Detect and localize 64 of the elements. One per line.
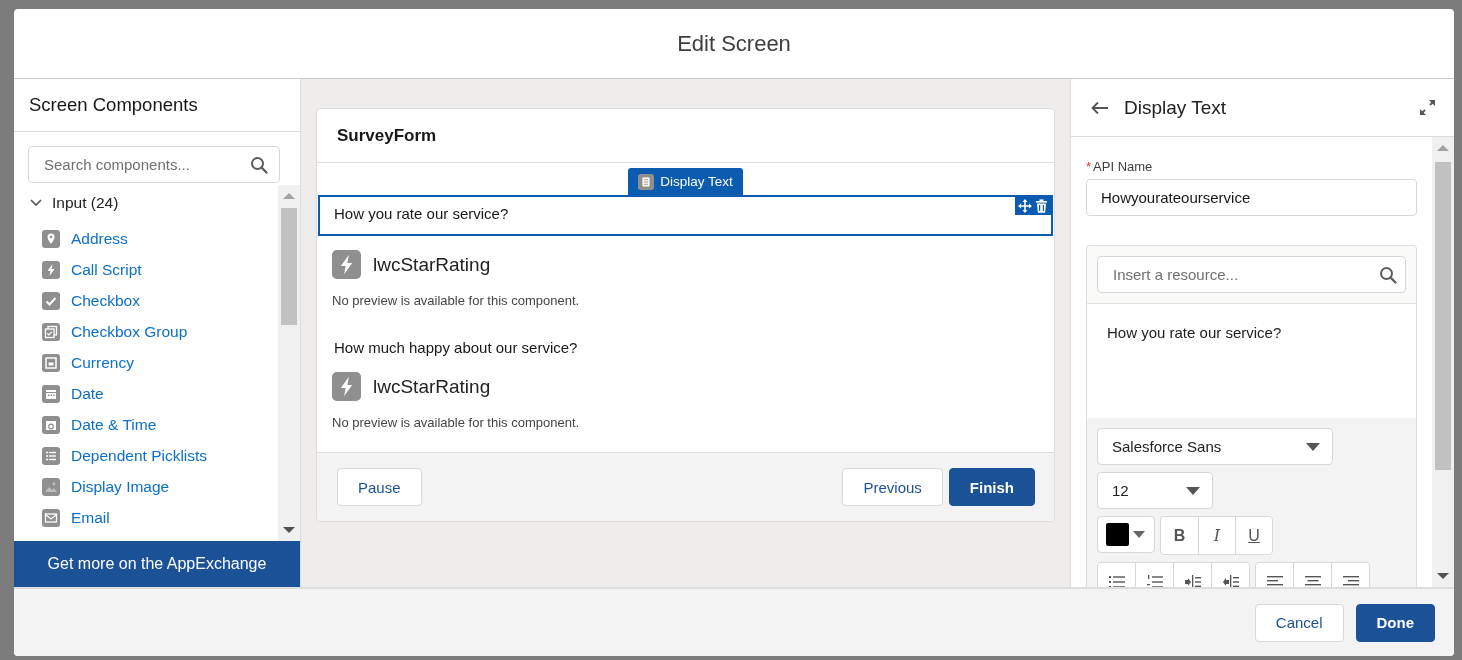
square-icon xyxy=(42,353,60,372)
underline-button[interactable]: U xyxy=(1235,517,1272,554)
component-link[interactable]: Date xyxy=(71,384,104,403)
flow-button[interactable]: Previous xyxy=(842,468,943,506)
preview-note: No preview is available for this component. xyxy=(332,415,581,432)
cancel-button[interactable]: Cancel xyxy=(1254,603,1344,642)
trash-icon[interactable] xyxy=(1035,199,1048,213)
numbered-list-icon[interactable] xyxy=(1146,574,1163,587)
scrollbar[interactable] xyxy=(278,185,300,541)
calendar-clock-icon xyxy=(42,415,60,434)
checkmark-icon xyxy=(42,291,60,310)
component-link[interactable]: Address xyxy=(71,229,128,248)
bulleted-list-icon[interactable] xyxy=(1108,574,1125,587)
tag-label: Display Text xyxy=(660,174,733,189)
component-link[interactable]: Currency xyxy=(71,353,134,372)
flow-button[interactable]: Finish xyxy=(948,468,1035,506)
component-link[interactable]: Checkbox xyxy=(71,291,140,310)
envelope-icon xyxy=(42,508,60,527)
outdent-icon[interactable] xyxy=(1222,574,1239,587)
lightning-icon xyxy=(332,250,361,279)
search-field[interactable]: Search components... xyxy=(28,146,280,183)
display-text[interactable]: How you rate our service? xyxy=(318,195,1053,236)
preview-note: No preview is available for this component. xyxy=(332,293,581,310)
chevron-down-icon[interactable] xyxy=(30,199,42,207)
modal-title: Edit Screen xyxy=(677,30,791,57)
component-link[interactable]: Display Image xyxy=(71,477,170,496)
expand-icon[interactable] xyxy=(1419,99,1436,116)
component-link[interactable]: Call Script xyxy=(71,260,142,279)
screen-title: SurveyForm xyxy=(317,109,1054,163)
text-color-picker[interactable] xyxy=(1097,516,1155,553)
pin-icon xyxy=(42,229,60,248)
text-icon xyxy=(638,173,655,190)
component-name[interactable]: lwcStarRating xyxy=(373,253,491,276)
field-label: API Name xyxy=(1093,159,1153,174)
component-link[interactable]: Email xyxy=(71,508,110,527)
stacked-checkbox-icon xyxy=(42,322,60,341)
image-icon xyxy=(42,477,60,496)
section-label[interactable]: Input (24) xyxy=(52,194,119,212)
editor-text[interactable]: How you rate our service? xyxy=(1087,303,1416,418)
appexchange-button[interactable]: Get more on the AppExchange xyxy=(14,541,300,587)
search-icon xyxy=(1379,266,1397,284)
move-icon[interactable] xyxy=(1018,199,1032,213)
font-family-select[interactable]: Salesforce Sans xyxy=(1097,428,1333,465)
done-button[interactable]: Done xyxy=(1355,603,1435,642)
component-link[interactable]: Date & Time xyxy=(71,415,157,434)
required-mark: * xyxy=(1086,159,1092,174)
resource-search-field[interactable]: Insert a resource... xyxy=(1097,256,1406,293)
flow-button[interactable]: Pause xyxy=(337,468,422,506)
indent-icon[interactable] xyxy=(1184,574,1201,587)
component-name[interactable]: lwcStarRating xyxy=(373,375,491,398)
search-icon xyxy=(250,156,268,174)
component-link[interactable]: Dependent Picklists xyxy=(71,446,208,465)
lightning-icon xyxy=(332,372,361,401)
font-size-select[interactable]: 12 xyxy=(1097,472,1213,509)
list-icon xyxy=(42,446,60,465)
scrollbar[interactable] xyxy=(1432,137,1454,587)
api-name-field[interactable]: Howyourateourservice xyxy=(1086,179,1417,216)
lightning-icon xyxy=(42,260,60,279)
calendar-icon xyxy=(42,384,60,403)
back-arrow-icon[interactable] xyxy=(1091,100,1109,115)
panel-title: Display Text xyxy=(1124,96,1228,119)
component-link[interactable]: Checkbox Group xyxy=(71,322,188,341)
panel-title: Screen Components xyxy=(14,79,300,132)
display-text[interactable]: How much happy about our service? xyxy=(318,328,1053,358)
